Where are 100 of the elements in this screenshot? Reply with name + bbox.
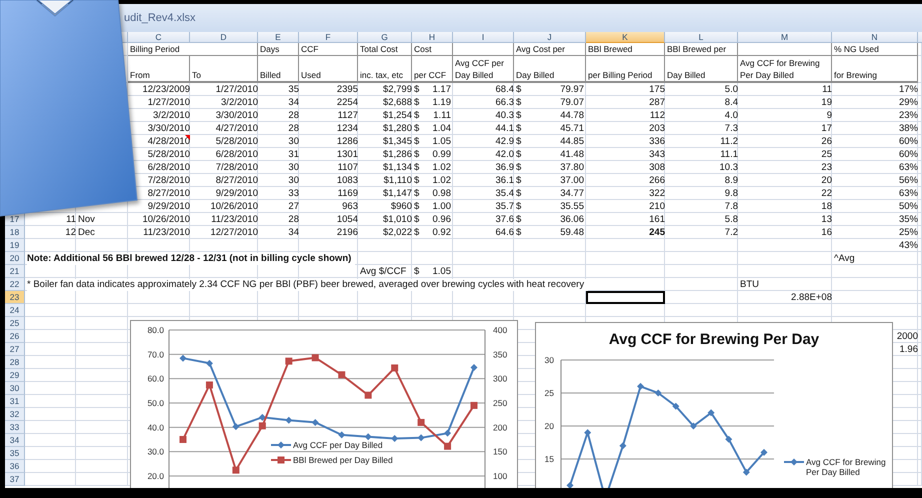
axis-tick-label: 15	[544, 454, 554, 464]
cell-value: 36.1	[496, 174, 514, 186]
cell-value: 322	[649, 188, 665, 200]
cell-value: 7.3	[724, 122, 738, 134]
data-point	[418, 418, 425, 426]
axis-tick-label: 70.0	[147, 349, 164, 360]
cell-value: 5.8	[724, 214, 738, 226]
row-header[interactable]: 26	[5, 330, 25, 343]
row-header[interactable]: 18	[5, 226, 25, 239]
row-header[interactable]: 21	[5, 265, 25, 278]
legend-label: Avg CCF per Day Billed	[293, 440, 383, 450]
column-header[interactable]: E	[258, 32, 299, 43]
column-header[interactable]: G	[358, 32, 412, 43]
row-header[interactable]: 37	[5, 473, 25, 486]
cell-label: Nov	[78, 214, 95, 226]
cell-value: $1,254	[382, 110, 412, 122]
header-cell: CCF	[299, 43, 358, 56]
data-point	[312, 418, 319, 426]
note-text: Note: Additional 56 BBl brewed 12/28 - 12/31 (not in billing cycle shown)	[27, 252, 356, 264]
column-header[interactable]: D	[190, 32, 258, 43]
column-header[interactable]	[122, 32, 128, 43]
row-header[interactable]: 33	[5, 421, 25, 434]
data-point	[470, 402, 478, 409]
cell-value: 1286	[336, 136, 358, 148]
cell-value: 12	[65, 226, 76, 238]
header-cell: Days	[258, 43, 299, 56]
column-header[interactable]: H	[412, 32, 453, 43]
cell-value: 66.3	[496, 96, 514, 108]
currency-symbol: $	[414, 200, 420, 212]
row-header[interactable]: 31	[5, 395, 25, 408]
active-cell[interactable]	[586, 291, 665, 304]
cell-value: 3/30/2010	[216, 110, 258, 122]
cell-value: 33	[288, 188, 299, 200]
cell-value: 11.2	[720, 136, 738, 148]
cell-value: 9/29/2010	[148, 200, 190, 212]
column-header[interactable]: K	[586, 32, 665, 43]
header-cell: % NG Used	[832, 43, 918, 56]
header-cell: for Brewing	[832, 56, 918, 83]
cell-value: 12/23/2009	[142, 84, 190, 96]
currency-symbol: $	[516, 122, 522, 134]
column-header[interactable]	[918, 32, 922, 43]
column-header[interactable]: L	[665, 32, 738, 43]
column-header[interactable]: I	[453, 32, 514, 43]
legend-label: Avg CCF for Brewing Per Day Billed	[806, 457, 887, 477]
cell-value: 6/28/2010	[148, 162, 190, 174]
cell-value: 11	[822, 84, 832, 96]
data-point	[444, 442, 452, 450]
data-point	[470, 364, 478, 371]
row-header[interactable]: 20	[5, 252, 25, 265]
cell-value: 43%	[898, 240, 918, 252]
cell-value: 210	[649, 200, 665, 212]
cell-value: 34	[288, 226, 299, 238]
cell-value: 5.0	[724, 84, 738, 96]
row-header[interactable]: 27	[5, 343, 25, 356]
cell-value: 7/28/2010	[148, 174, 190, 186]
header-cell: BBl Brewed per	[665, 43, 738, 56]
row-header[interactable]: 35	[5, 447, 25, 460]
column-header[interactable]: N	[832, 32, 918, 43]
cell-value: 28	[288, 214, 299, 226]
cell-value: 63%	[898, 162, 918, 174]
cell-value: 37.6	[496, 214, 514, 226]
cell-value: $1,010	[382, 214, 412, 226]
cell-value: 4.0	[724, 110, 738, 122]
column-header[interactable]: J	[514, 32, 586, 43]
legend-marker-icon	[271, 456, 291, 464]
cell-value: 8.9	[724, 174, 738, 186]
row-header[interactable]: 29	[5, 369, 25, 382]
header-cell: Billed	[258, 56, 299, 83]
cell-value: $960	[390, 200, 412, 212]
currency-symbol: $	[414, 266, 420, 278]
cell-value: 79.97	[560, 84, 584, 96]
data-point	[180, 436, 186, 443]
currency-symbol: $	[516, 226, 522, 238]
cell-value: 1.02	[432, 174, 451, 186]
cell-value: 1.02	[432, 162, 451, 174]
row-header[interactable]: 22	[5, 278, 25, 291]
row-header[interactable]: 24	[5, 304, 25, 317]
row-header[interactable]: 30	[5, 382, 25, 395]
cell-value: 23	[821, 162, 832, 174]
header-cell: Avg CCF per Day Billed	[453, 56, 514, 83]
data-point	[566, 482, 574, 488]
cell-value: 9.8	[724, 188, 738, 200]
row-header[interactable]: 36	[5, 460, 25, 473]
axis-tick-label: 400	[493, 325, 508, 335]
column-header[interactable]: M	[738, 32, 832, 43]
column-header[interactable]: F	[299, 32, 358, 43]
cell-value: 35.4	[496, 188, 514, 200]
row-header[interactable]: 34	[5, 434, 25, 447]
data-point	[232, 466, 240, 474]
row-header[interactable]: 25	[5, 317, 25, 330]
header-cell: From	[128, 56, 190, 83]
row-header[interactable]: 23	[5, 291, 25, 304]
currency-symbol: $	[414, 110, 420, 122]
row-header[interactable]: 28	[5, 356, 25, 369]
cell-value: 4/28/2010	[148, 136, 190, 148]
row-header[interactable]: 32	[5, 408, 25, 421]
currency-symbol: $	[414, 96, 420, 108]
row-header[interactable]: 19	[5, 239, 25, 252]
column-header[interactable]: C	[128, 32, 190, 43]
cell-value: 27	[288, 200, 299, 212]
